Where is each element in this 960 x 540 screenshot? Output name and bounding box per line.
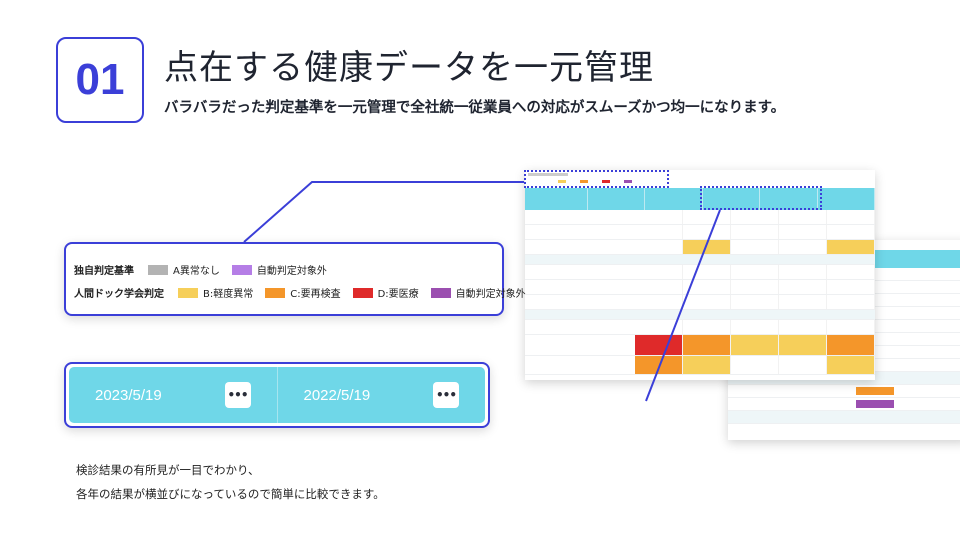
exam-date: 2022/5/19 <box>303 386 371 404</box>
swatch-red <box>352 287 373 298</box>
legend-highlight-frame <box>524 170 669 188</box>
page-subtitle: バラバラだった判定基準を一元管理で全社統一従業員への対応がスムーズかつ均一になり… <box>164 100 786 116</box>
ellipsis-icon: ••• <box>435 388 457 402</box>
legend-row1-label: 独自判定基準 <box>74 266 134 277</box>
description-line-2: 各年の結果が横並びになっているので簡単に比較できます。 <box>76 487 385 501</box>
legend-row-custom: 独自判定基準 A異常なし 自動判定対象外 <box>74 262 339 277</box>
section-number: 01 <box>75 55 125 104</box>
date-column-header: 2022/5/19 ••• <box>276 367 486 423</box>
legend-item-label: B:軽度異常 <box>203 289 254 300</box>
exam-date: 2023/5/19 <box>95 386 162 404</box>
swatch-lavender <box>231 264 252 275</box>
section-number-badge: 01 <box>56 37 144 123</box>
date-column-header: 2023/5/19 ••• <box>69 367 277 423</box>
legend-item-label: 自動判定対象外 <box>455 289 526 300</box>
swatch-gray <box>148 264 168 275</box>
exam-date-bar: 2023/5/19 ••• 2022/5/19 ••• <box>64 362 490 428</box>
swatch-purple <box>430 287 451 298</box>
legend-item: B:軽度異常 <box>178 285 253 300</box>
page-title: 点在する健康データを一元管理 <box>164 48 654 88</box>
legend-connector <box>243 181 524 243</box>
legend-item: D:要医療 <box>352 285 419 300</box>
date-bar-header: 2023/5/19 ••• 2022/5/19 ••• <box>69 367 485 423</box>
legend-item: 自動判定対象外 <box>430 285 526 300</box>
more-options-button[interactable]: ••• <box>433 382 459 408</box>
legend-item-label: A異常なし <box>173 266 220 277</box>
judgment-legend: 独自判定基準 A異常なし 自動判定対象外 人間ドック学会判定 B:軽度異常 C:… <box>64 242 526 316</box>
swatch-orange <box>265 287 286 298</box>
legend-item-label: 自動判定対象外 <box>256 266 327 277</box>
legend-item: 自動判定対象外 <box>231 262 327 277</box>
legend-row2-label: 人間ドック学会判定 <box>74 289 164 300</box>
mini-table-body <box>525 210 875 375</box>
legend-row-ningen-dock: 人間ドック学会判定 B:軽度異常 C:要再検査 D:要医療 自動判定対象外 <box>74 285 538 300</box>
legend-item-label: D:要医療 <box>377 289 419 300</box>
legend-item-label: C:要再検査 <box>290 289 341 300</box>
ellipsis-icon: ••• <box>227 388 248 402</box>
description-line-1: 検診結果の有所見が一目でわかり、 <box>76 463 260 477</box>
more-options-button[interactable]: ••• <box>224 382 251 408</box>
legend-item: C:要再検査 <box>265 285 341 300</box>
date-highlight-frame <box>700 186 822 210</box>
legend-item: A異常なし <box>148 262 220 277</box>
swatch-yellow <box>178 287 198 298</box>
